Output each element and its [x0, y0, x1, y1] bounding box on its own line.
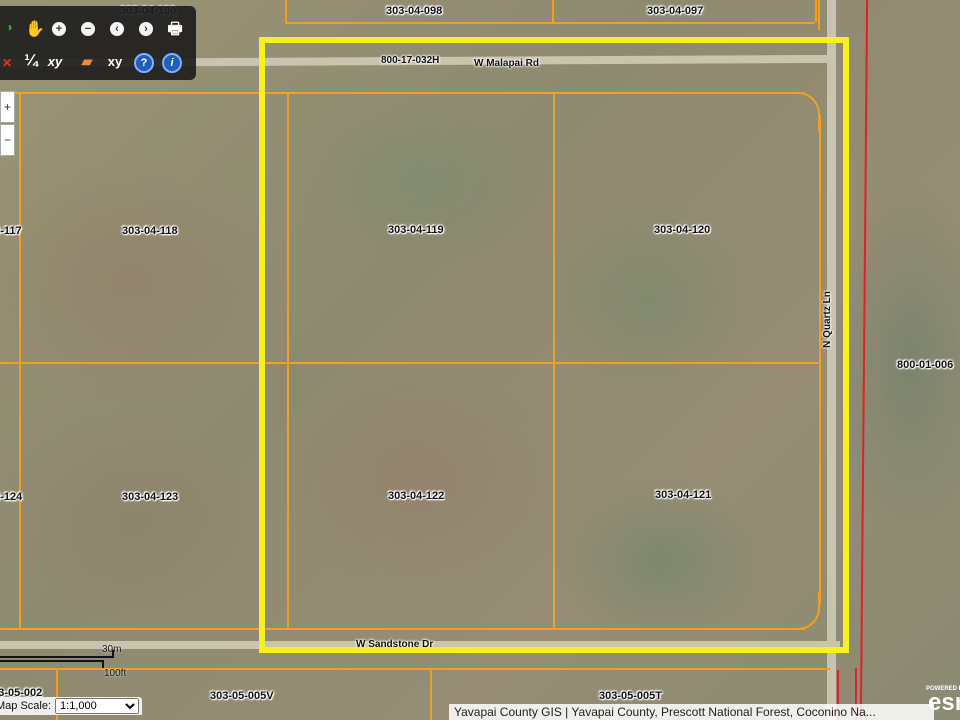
info-icon[interactable]: i — [162, 53, 182, 73]
pan-hand-icon[interactable]: ✋ — [24, 18, 46, 40]
map-canvas[interactable]: 800-17-032H W Malapai Rd W Sandstone Dr … — [0, 0, 960, 720]
attribution-text: Yavapai County GIS | Yavapai County, Pre… — [449, 704, 934, 720]
print-icon[interactable]: 🖶 — [164, 20, 186, 42]
scale-imperial-label: 100ft — [104, 668, 127, 679]
zoom-next-icon[interactable]: › — [139, 22, 153, 36]
parcel-line — [818, 0, 820, 30]
parcel-label: 303-04-118 — [122, 225, 178, 237]
eraser-icon[interactable]: ▰ — [76, 50, 98, 72]
esri-logo-text: esri — [928, 689, 960, 716]
zoom-previous-icon[interactable]: ‹ — [110, 22, 124, 36]
parcel-label: 303-05-005V — [210, 690, 274, 702]
map-toolbar: ◑ ✋ + − ‹ › 🖶 ✕ ¼ xy ▰ xy ? i — [0, 6, 196, 80]
zoom-out-button[interactable]: − — [0, 124, 15, 156]
parcel-label: 303-04-098 — [386, 5, 443, 17]
parcel-line — [285, 0, 287, 22]
parcel-line — [19, 92, 21, 630]
boundary-line — [859, 0, 869, 720]
zoom-in-button[interactable]: + — [0, 91, 15, 123]
parcel-line — [285, 22, 815, 24]
zoom-in-icon[interactable]: + — [52, 22, 66, 36]
parcel-label: 303-04-124 — [0, 491, 23, 503]
selection-highlight — [259, 37, 849, 653]
map-scale-label: Map Scale: — [0, 700, 52, 712]
parcel-label: 303-04-123 — [122, 491, 179, 503]
scale-bar: 30m 100ft — [0, 644, 140, 684]
help-icon[interactable]: ? — [134, 53, 154, 73]
parcel-label: 303-04-117 — [0, 225, 22, 237]
xy-coordinate-tool[interactable]: xy — [44, 50, 66, 72]
parcel-label: 800-01-006 — [897, 359, 954, 371]
parcel-label: 303-05-005T — [599, 690, 662, 702]
scale-bar-tick — [112, 650, 114, 658]
map-scale-select[interactable]: 1:1,000 — [55, 698, 140, 714]
scale-bar-line — [0, 660, 102, 662]
map-scale-control: Map Scale: 1:1,000 — [0, 697, 143, 715]
parcel-line — [815, 0, 817, 22]
xy-locate-tool[interactable]: xy — [104, 50, 126, 72]
parcel-line — [552, 0, 554, 22]
zoom-out-icon[interactable]: − — [81, 22, 95, 36]
globe-icon[interactable]: ◑ — [0, 16, 20, 38]
measure-icon[interactable]: ✕ — [0, 52, 18, 74]
scale-bar-line — [0, 656, 112, 658]
scale-bar-tick — [102, 660, 104, 668]
esri-logo[interactable]: POWERED BY esri — [926, 684, 960, 720]
parcel-line — [430, 668, 432, 720]
fraction-tool[interactable]: ¼ — [20, 50, 42, 72]
parcel-label: 303-04-097 — [647, 5, 704, 17]
